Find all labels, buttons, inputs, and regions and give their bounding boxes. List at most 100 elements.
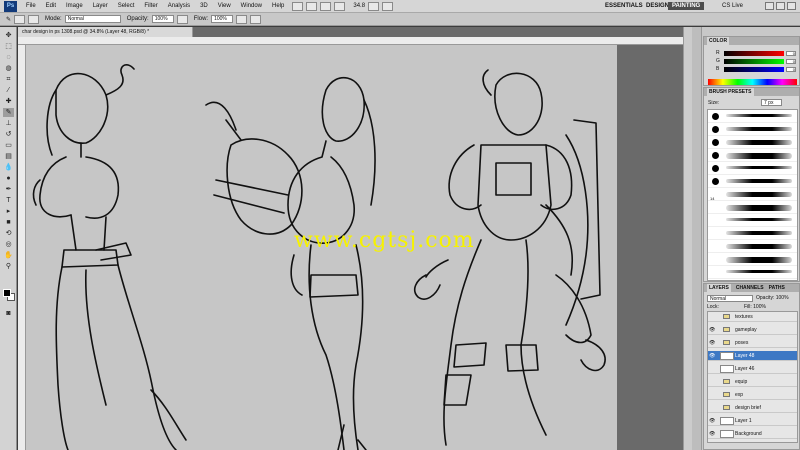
bridge-button[interactable] — [292, 1, 304, 11]
layer-row[interactable]: 👁 Background — [708, 429, 797, 439]
tab-paths[interactable]: PATHS — [769, 284, 785, 292]
brush-preset[interactable] — [708, 123, 797, 136]
brush-preset[interactable] — [708, 240, 797, 253]
vertical-scrollbar[interactable] — [683, 27, 692, 450]
hand-tool-button[interactable] — [320, 1, 332, 11]
quick-mask-icon[interactable]: ◙ — [3, 309, 14, 318]
layer-row[interactable]: 👁 gameplay — [708, 325, 797, 335]
menu-window[interactable]: Window — [236, 3, 267, 9]
brush-preset[interactable] — [708, 266, 797, 279]
brush-preset[interactable]: 14 — [708, 188, 797, 201]
pressure-opacity-button[interactable] — [176, 14, 188, 24]
layer-opacity[interactable]: Opacity: 100% — [756, 295, 789, 301]
pen-tool-icon[interactable]: ✒ — [3, 185, 14, 194]
blend-mode-select[interactable]: Normal — [707, 295, 753, 302]
tab-color[interactable]: COLOR — [707, 37, 730, 45]
arrange-documents-button[interactable] — [368, 1, 380, 11]
layer-row[interactable]: Layer 46 — [708, 364, 797, 374]
quick-select-tool-icon[interactable]: ◍ — [3, 64, 14, 73]
color-value-field[interactable]: 0 — [786, 59, 796, 64]
menu-help[interactable]: Help — [267, 3, 289, 9]
brush-preset[interactable] — [708, 175, 797, 188]
panel-icon-strip[interactable] — [692, 27, 702, 450]
canvas[interactable]: www.cgtsj.com — [26, 45, 617, 450]
3d-orbit-tool-icon[interactable]: ◎ — [3, 240, 14, 249]
brush-preset[interactable] — [708, 201, 797, 214]
healing-tool-icon[interactable]: ✚ — [3, 97, 14, 106]
tab-brush-presets[interactable]: BRUSH PRESETS — [707, 88, 754, 96]
maximize-icon[interactable] — [776, 2, 785, 10]
visibility-eye-icon[interactable] — [709, 379, 715, 385]
zoom-tool-icon[interactable]: ⚲ — [3, 262, 14, 271]
hand-tool-icon[interactable]: ✋ — [3, 251, 14, 260]
gradient-tool-icon[interactable]: ▤ — [3, 152, 14, 161]
path-select-tool-icon[interactable]: ▸ — [3, 207, 14, 216]
visibility-eye-icon[interactable]: 👁 — [709, 431, 715, 437]
history-brush-tool-icon[interactable]: ↺ — [3, 130, 14, 139]
menu-3d[interactable]: 3D — [195, 3, 213, 9]
eyedropper-tool-icon[interactable]: ⁄ — [3, 86, 14, 95]
shape-tool-icon[interactable]: ■ — [3, 218, 14, 227]
workspace-essentials[interactable]: ESSENTIALS — [601, 2, 647, 10]
menu-layer[interactable]: Layer — [88, 3, 113, 9]
color-ramp[interactable] — [708, 79, 797, 85]
brush-preset[interactable] — [708, 149, 797, 162]
cs-live-button[interactable]: CS Live — [722, 3, 743, 9]
visibility-eye-icon[interactable]: 👁 — [709, 418, 715, 424]
visibility-eye-icon[interactable] — [709, 405, 715, 411]
minimize-icon[interactable] — [765, 2, 774, 10]
visibility-eye-icon[interactable] — [709, 366, 715, 372]
visibility-eye-icon[interactable]: 👁 — [709, 327, 715, 333]
lasso-tool-icon[interactable]: ◌ — [3, 53, 14, 62]
visibility-eye-icon[interactable] — [709, 392, 715, 398]
brush-preset[interactable] — [708, 136, 797, 149]
zoom-level[interactable]: 34.8 — [353, 3, 365, 9]
tab-channels[interactable]: CHANNELS — [736, 284, 764, 292]
mode-select[interactable]: Normal — [64, 15, 121, 23]
menu-edit[interactable]: Edit — [41, 3, 61, 9]
flow-field[interactable]: 100% — [211, 15, 234, 23]
tab-layers[interactable]: LAYERS — [707, 284, 731, 292]
layer-footer-buttons[interactable] — [707, 444, 798, 450]
workspace-painting[interactable]: PAINTING — [668, 2, 705, 10]
layer-row[interactable]: 👁 Layer 48 — [708, 351, 797, 361]
clone-stamp-tool-icon[interactable]: ⊥ — [3, 119, 14, 128]
fill-value[interactable]: 100% — [753, 304, 766, 310]
visibility-eye-icon[interactable]: 👁 — [709, 353, 715, 359]
minibridge-button[interactable] — [306, 1, 318, 11]
document-tab[interactable]: char design in ps 1308.psd @ 34.8% (Laye… — [18, 27, 193, 37]
brush-preset[interactable] — [708, 162, 797, 175]
blur-tool-icon[interactable]: 💧 — [3, 163, 14, 172]
visibility-eye-icon[interactable] — [709, 314, 715, 320]
crop-tool-icon[interactable]: ⌗ — [3, 75, 14, 84]
menu-select[interactable]: Select — [113, 3, 140, 9]
menu-filter[interactable]: Filter — [139, 3, 162, 9]
brush-panel-toggle[interactable] — [28, 14, 40, 24]
layer-row[interactable]: design brief — [708, 403, 797, 413]
brush-preset[interactable] — [708, 110, 797, 123]
marquee-tool-icon[interactable]: ⬚ — [3, 42, 14, 51]
brush-preset[interactable] — [708, 227, 797, 240]
menu-image[interactable]: Image — [61, 3, 88, 9]
close-icon[interactable] — [787, 2, 796, 10]
brush-size-field[interactable]: 7 px — [761, 99, 782, 106]
color-value-field[interactable]: 0 — [786, 51, 796, 56]
dodge-tool-icon[interactable]: ● — [3, 174, 14, 183]
zoom-tool-button[interactable] — [334, 1, 346, 11]
layer-row[interactable]: 👁 Layer 1 — [708, 416, 797, 426]
menu-file[interactable]: File — [21, 3, 41, 9]
layer-opacity-value[interactable]: 100% — [776, 295, 789, 301]
type-tool-icon[interactable]: T — [3, 196, 14, 205]
brush-tool-icon[interactable]: ✎ — [3, 108, 14, 117]
layer-row[interactable]: exp — [708, 390, 797, 400]
color-slider[interactable] — [724, 67, 784, 72]
layer-row[interactable]: textures — [708, 312, 797, 322]
brush-preset-picker[interactable] — [14, 14, 26, 24]
foreground-color-swatch[interactable] — [3, 289, 11, 297]
color-value-field[interactable]: 0 — [786, 67, 796, 72]
layer-row[interactable]: equip — [708, 377, 797, 387]
3d-rotate-tool-icon[interactable]: ⟲ — [3, 229, 14, 238]
visibility-eye-icon[interactable]: 👁 — [709, 340, 715, 346]
airbrush-button[interactable] — [236, 14, 248, 24]
brush-preset[interactable] — [708, 253, 797, 266]
